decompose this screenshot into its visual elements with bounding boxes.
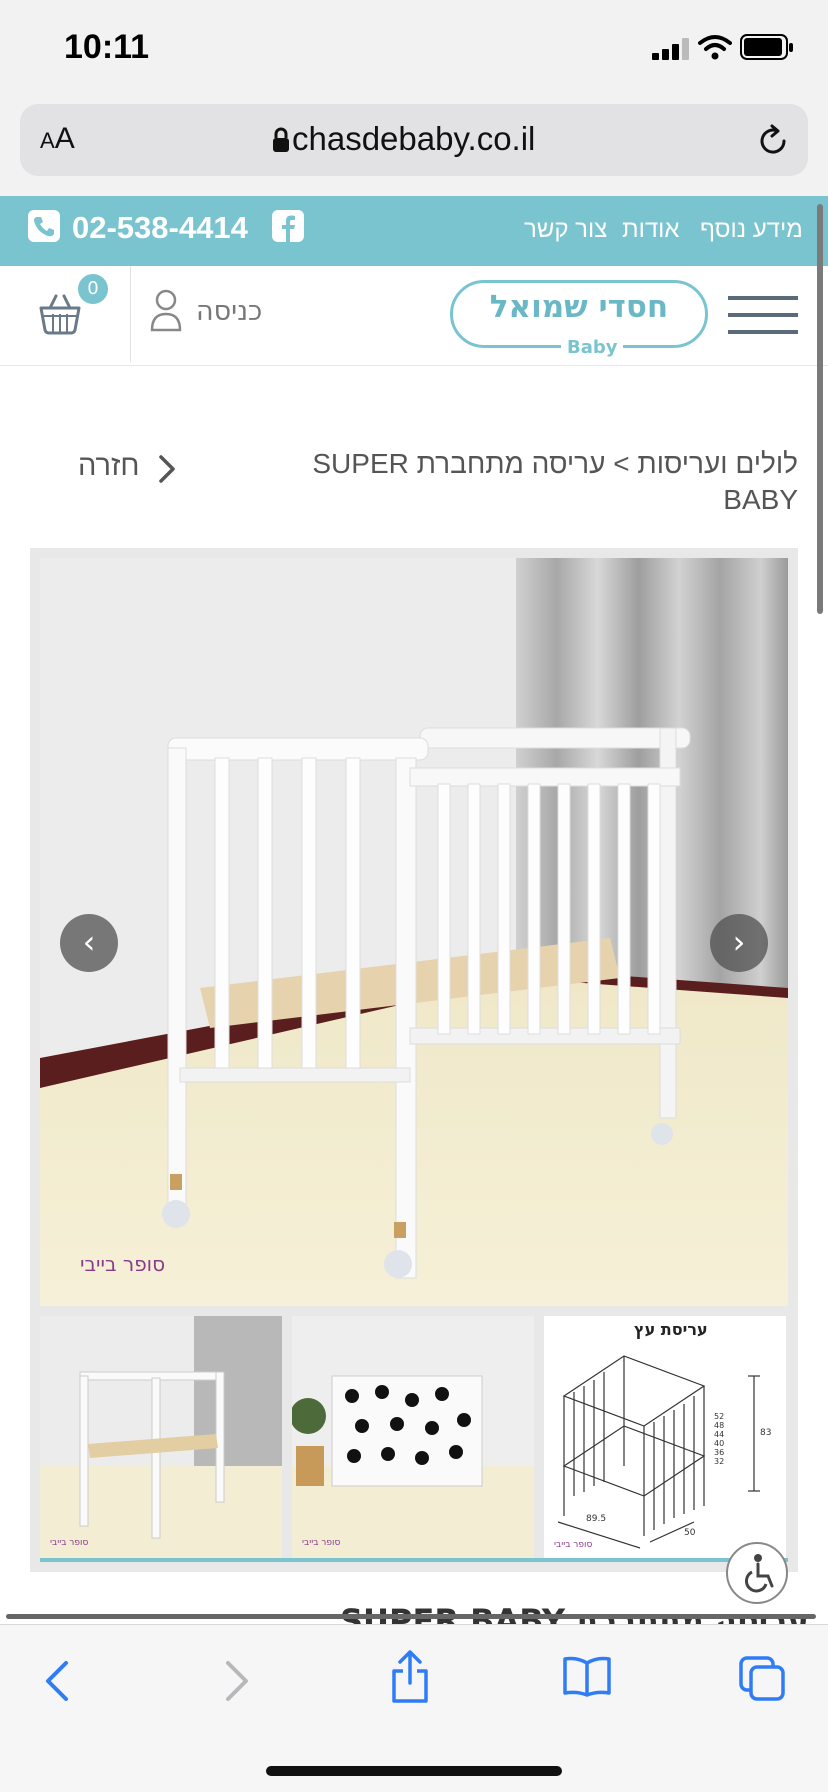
chevron-right-icon: › <box>732 923 746 961</box>
logo-english-text: Baby <box>561 337 624 358</box>
nav-link-about[interactable]: אודות <box>622 216 679 244</box>
diagram-total-height: 83 <box>760 1428 772 1438</box>
diagram-depth: 50 <box>684 1528 696 1538</box>
header-divider <box>130 266 131 362</box>
thumbnail-photo <box>40 1316 282 1558</box>
tabs-icon[interactable] <box>738 1655 786 1701</box>
share-icon[interactable] <box>390 1649 430 1703</box>
thumbnail-watermark: סופר בייבי <box>50 1538 89 1548</box>
breadcrumb[interactable]: לולים ועריסות > עריסה מתחברת SUPER BABY <box>270 446 798 518</box>
diagram-width: 89.5 <box>586 1514 607 1524</box>
nav-link-contact[interactable]: צור קשר <box>524 216 607 244</box>
gallery-thumbnail[interactable]: סופר בייבי <box>40 1316 282 1558</box>
cart-count-badge: 0 <box>78 274 108 304</box>
chevron-left-icon: ‹ <box>82 923 96 961</box>
reload-icon[interactable] <box>756 124 790 158</box>
product-gallery: סופר בייבי ‹ › סופר בייבי סופר בייבי ערי… <box>30 548 798 1572</box>
diagram-height-labels: 52 48 44 40 36 32 <box>714 1412 725 1466</box>
back-link[interactable]: חזרה <box>78 450 175 483</box>
gallery-prev-button[interactable]: ‹ <box>60 914 118 972</box>
user-icon[interactable] <box>150 288 182 332</box>
chevron-right-icon <box>159 455 175 483</box>
logo-hebrew-text: חסדי שמואל <box>489 289 669 325</box>
site-logo[interactable]: חסדי שמואל Baby <box>450 280 708 358</box>
battery-icon <box>740 34 793 60</box>
vertical-scrollbar[interactable] <box>817 204 823 614</box>
thumbnail-watermark: סופר בייבי <box>302 1538 341 1548</box>
image-watermark: סופר בייבי <box>80 1252 166 1276</box>
hamburger-menu-icon[interactable] <box>728 296 798 336</box>
site-header: 0 כניסה חסדי שמואל Baby <box>0 266 828 366</box>
gallery-next-button[interactable]: › <box>710 914 768 972</box>
page-scroll-divider <box>6 1614 816 1619</box>
text-size-button[interactable]: AA <box>40 122 75 156</box>
top-contact-strip: 02-538-4414 מידע נוסף אודות צור קשר <box>0 196 828 266</box>
cart-icon[interactable] <box>38 292 82 336</box>
bookmarks-icon[interactable] <box>562 1655 612 1697</box>
accessibility-button[interactable] <box>726 1542 788 1604</box>
product-main-image[interactable]: סופר בייבי ‹ › <box>40 558 788 1306</box>
browser-chrome: AA chasdebaby.co.il <box>0 100 828 196</box>
address-bar[interactable]: AA chasdebaby.co.il <box>20 104 808 176</box>
back-link-label: חזרה <box>78 450 140 482</box>
nav-link-more-info[interactable]: מידע נוסף <box>700 216 803 244</box>
thumbnail-photo <box>292 1316 534 1558</box>
lock-icon <box>273 127 289 152</box>
wheelchair-icon <box>744 1554 774 1593</box>
phone-number-link[interactable]: 02-538-4414 <box>72 210 248 246</box>
signal-icon <box>652 38 689 60</box>
status-time: 10:11 <box>64 28 150 66</box>
thumbnail-active-indicator <box>40 1558 788 1562</box>
forward-arrow-icon[interactable] <box>224 1659 250 1703</box>
home-indicator <box>266 1766 562 1776</box>
login-link[interactable]: כניסה <box>196 296 262 327</box>
crib-photo <box>40 558 788 1306</box>
gallery-thumbnail-diagram[interactable]: עריסת עץ 52 48 44 40 36 32 83 89.5 50 סו… <box>544 1316 786 1558</box>
url-text: chasdebaby.co.il <box>292 120 536 157</box>
gallery-thumbnail[interactable]: סופר בייבי <box>292 1316 534 1558</box>
back-arrow-icon[interactable] <box>44 1659 70 1703</box>
status-bar: 10:11 <box>0 0 828 100</box>
crib-dimensions-diagram <box>557 1355 760 1549</box>
facebook-icon[interactable] <box>272 210 304 242</box>
thumbnail-watermark: סופר בייבי <box>554 1540 593 1550</box>
wifi-icon <box>698 35 732 60</box>
phone-icon[interactable] <box>28 210 60 242</box>
